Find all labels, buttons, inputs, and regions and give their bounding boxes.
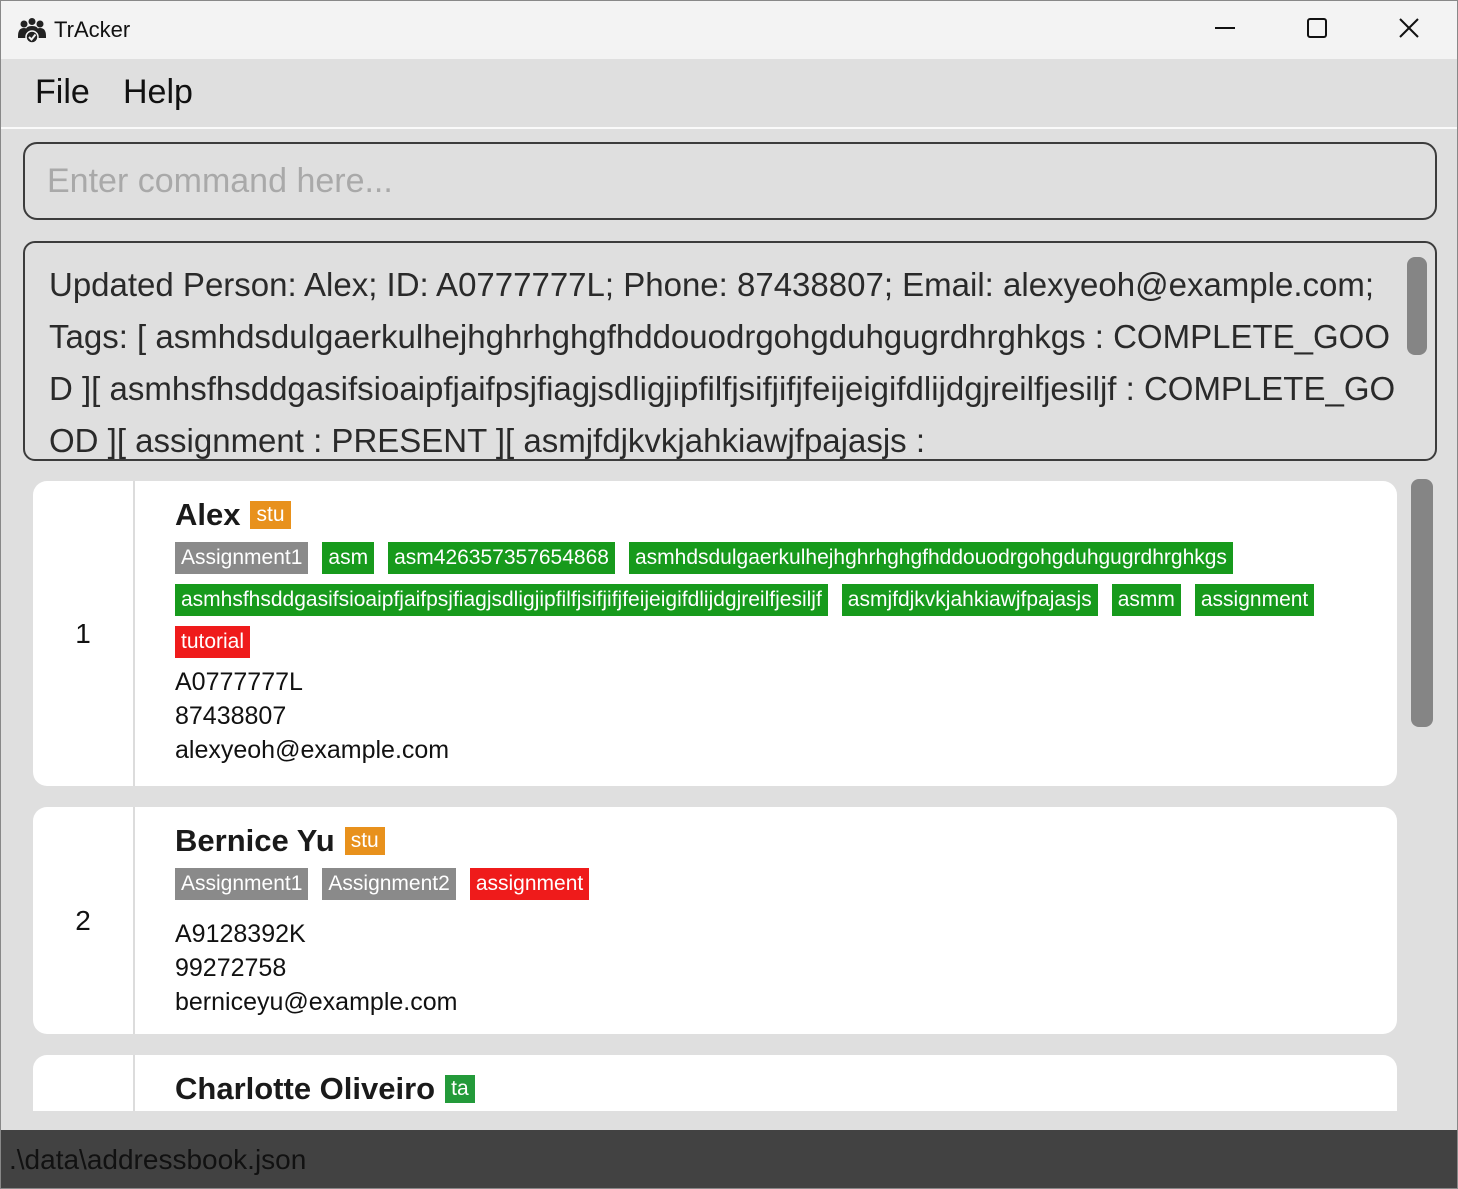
tag: asmjfdjkvkjahkiawjfpajasjs — [841, 584, 1098, 616]
tag-list: Assignment1 asm asm426357357654868 asmhd… — [175, 539, 1345, 665]
person-name: Charlotte Oliveiro — [175, 1071, 436, 1106]
maximize-button[interactable] — [1271, 1, 1363, 59]
tag: asm — [322, 542, 375, 574]
person-card[interactable]: 2 Bernice Yu stu Assignment1 Assignment2… — [33, 807, 1397, 1034]
tag: asmm — [1111, 584, 1181, 616]
tag: asmhsfhsddgasifsioaipfjaifpsjfiagjsdligj… — [175, 584, 828, 616]
tag: Assignment1 — [175, 868, 309, 900]
person-details: Charlotte Oliveiro ta — [175, 1069, 1377, 1109]
person-list[interactable]: 1 Alex stu Assignment1 asm asm4263573576… — [1, 469, 1457, 1111]
person-name: Alex — [175, 497, 241, 532]
minimize-button[interactable] — [1179, 1, 1271, 59]
person-index: 2 — [33, 807, 135, 1034]
close-icon — [1397, 16, 1421, 44]
person-index — [33, 1055, 135, 1111]
tag: assignment — [1194, 584, 1315, 616]
person-card[interactable]: Charlotte Oliveiro ta — [33, 1055, 1397, 1111]
tag: asm426357357654868 — [388, 542, 615, 574]
menu-bar: File Help — [1, 59, 1457, 129]
tag: tutorial — [175, 626, 251, 658]
tag: assignment — [469, 868, 590, 900]
close-button[interactable] — [1363, 1, 1455, 59]
person-id: A0777777L — [175, 668, 303, 696]
person-email: berniceyu@example.com — [175, 988, 458, 1016]
status-bar: .\data\addressbook.json — [1, 1130, 1457, 1188]
person-details: Alex stu Assignment1 asm asm426357357654… — [175, 495, 1377, 767]
tag-list: Assignment1 Assignment2 assignment — [175, 865, 1345, 907]
person-name: Bernice Yu — [175, 823, 335, 858]
minimize-icon — [1214, 17, 1236, 43]
role-badge: stu — [344, 827, 385, 855]
window-title: TrAcker — [54, 17, 131, 42]
app-window: TrAcker File Help Updated Person: Alex; … — [0, 0, 1458, 1189]
title-bar[interactable]: TrAcker — [1, 1, 1457, 59]
person-phone: 99272758 — [175, 954, 287, 982]
person-card[interactable]: 1 Alex stu Assignment1 asm asm4263573576… — [33, 481, 1397, 786]
command-box — [23, 142, 1437, 220]
result-scrollbar[interactable] — [1407, 257, 1427, 355]
tag: Assignment1 — [175, 542, 309, 574]
person-phone: 87438807 — [175, 702, 287, 730]
person-name-row: Bernice Yu stu — [175, 821, 1377, 861]
person-email: alexyeoh@example.com — [175, 736, 450, 764]
role-badge: ta — [445, 1075, 475, 1103]
tag: asmhdsdulgaerkulhejhghrhghgfhddouodrgohg… — [628, 542, 1233, 574]
person-details: Bernice Yu stu Assignment1 Assignment2 a… — [175, 821, 1377, 1019]
role-badge: stu — [250, 501, 291, 529]
result-display[interactable]: Updated Person: Alex; ID: A0777777L; Pho… — [23, 241, 1437, 461]
person-name-row: Charlotte Oliveiro ta — [175, 1069, 1377, 1109]
list-scrollbar[interactable] — [1411, 479, 1433, 727]
tag: Assignment2 — [322, 868, 456, 900]
person-index: 1 — [33, 481, 135, 786]
save-location: .\data\addressbook.json — [9, 1144, 307, 1175]
person-id: A9128392K — [175, 920, 306, 948]
people-group-icon — [17, 16, 47, 46]
person-name-row: Alex stu — [175, 495, 1377, 535]
maximize-icon — [1306, 17, 1328, 43]
menu-help[interactable]: Help — [121, 73, 195, 112]
command-input[interactable] — [25, 144, 1435, 218]
result-text: Updated Person: Alex; ID: A0777777L; Pho… — [49, 266, 1396, 459]
menu-file[interactable]: File — [33, 73, 92, 112]
